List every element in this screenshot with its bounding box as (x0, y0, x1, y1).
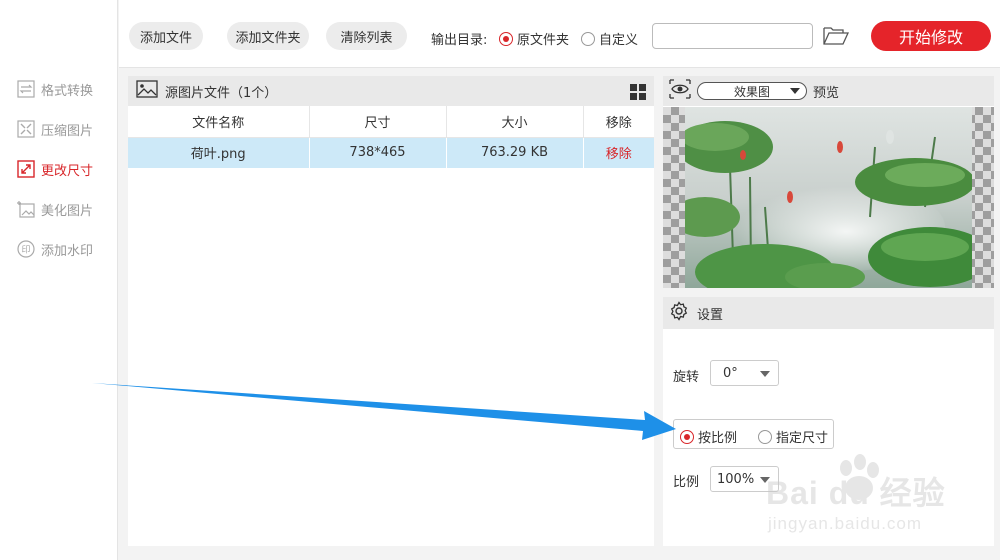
preview-panel: 效果图 预览 (663, 76, 994, 288)
col-header-size: 大小 (446, 106, 584, 138)
folder-open-icon[interactable] (822, 24, 850, 48)
eye-icon[interactable] (669, 79, 691, 103)
add-folder-button[interactable]: 添加文件夹 (227, 22, 309, 50)
beautify-icon (16, 199, 36, 219)
sidebar-item-resize[interactable]: 更改尺寸 (16, 158, 93, 180)
preview-label: 预览 (813, 85, 840, 101)
settings-title: 设置 (697, 307, 724, 323)
preview-mode-select[interactable]: 效果图 (697, 82, 807, 100)
radio-unselected-icon (758, 429, 772, 444)
col-header-name: 文件名称 (128, 106, 310, 138)
output-original-folder-radio[interactable]: 原文件夹 (499, 29, 569, 48)
mode-by-ratio-radio[interactable]: 按比例 (680, 427, 737, 446)
watermark-icon: 印 (16, 239, 36, 259)
output-custom-radio[interactable]: 自定义 (581, 29, 638, 48)
chevron-down-icon (790, 88, 800, 94)
source-files-panel: 源图片文件（1个） 文件名称 尺寸 大小 移除 荷叶.png 738*465 7… (128, 76, 654, 546)
sidebar-item-label: 添加水印 (41, 243, 94, 259)
sidebar-item-label: 压缩图片 (41, 123, 94, 139)
col-header-remove: 移除 (583, 106, 654, 138)
gear-icon (669, 301, 689, 325)
clear-list-button[interactable]: 清除列表 (326, 22, 407, 50)
file-dims-cell: 738*465 (309, 137, 447, 168)
grid-view-icon[interactable] (630, 84, 646, 100)
sidebar-item-label: 更改尺寸 (41, 163, 94, 179)
sidebar-item-label: 格式转换 (41, 83, 94, 99)
watermark-url: jingyan.baidu.com (768, 514, 923, 533)
table-header-row: 文件名称 尺寸 大小 移除 (128, 106, 654, 138)
format-convert-icon (16, 79, 36, 99)
add-file-button[interactable]: 添加文件 (129, 22, 203, 50)
source-files-title: 源图片文件（1个） (165, 85, 278, 101)
rotate-select[interactable]: 0° (710, 360, 779, 386)
svg-text:印: 印 (21, 244, 30, 256)
sidebar-item-watermark[interactable]: 印 添加水印 (16, 238, 93, 260)
preview-header: 效果图 预览 (663, 76, 994, 106)
file-size-cell: 763.29 KB (446, 137, 584, 168)
output-dir-label: 输出目录: (431, 33, 488, 48)
baidu-watermark: Bai du 经验 jingyan.baidu.com (756, 448, 956, 543)
sidebar-item-compress[interactable]: 压缩图片 (16, 118, 93, 140)
radio-unselected-icon (581, 31, 595, 46)
sidebar-item-beautify[interactable]: 美化图片 (16, 198, 93, 220)
file-name-cell: 荷叶.png (128, 137, 310, 168)
toolbar: 添加文件 添加文件夹 清除列表 输出目录: 原文件夹 自定义 开始修改 (119, 0, 1000, 68)
chevron-down-icon (760, 371, 770, 377)
sidebar-item-label: 美化图片 (41, 203, 94, 219)
resize-mode-group: 按比例 指定尺寸 (673, 419, 834, 449)
preview-canvas (663, 107, 994, 288)
watermark-brand: Bai du 经验 (766, 475, 946, 511)
table-row[interactable]: 荷叶.png 738*465 763.29 KB 移除 (128, 137, 654, 168)
remove-file-link[interactable]: 移除 (606, 147, 632, 162)
preview-image (685, 107, 972, 288)
radio-selected-icon (680, 429, 694, 444)
file-table: 文件名称 尺寸 大小 移除 荷叶.png 738*465 763.29 KB 移… (128, 106, 654, 168)
sidebar: 格式转换 压缩图片 更改尺寸 美化图片 印 添加水印 (0, 0, 118, 560)
source-files-header: 源图片文件（1个） (128, 76, 654, 106)
compress-icon (16, 119, 36, 139)
col-header-dims: 尺寸 (309, 106, 447, 138)
ratio-label: 比例 (673, 475, 700, 490)
sidebar-item-format-convert[interactable]: 格式转换 (16, 78, 93, 100)
start-modify-button[interactable]: 开始修改 (871, 21, 991, 51)
settings-header: 设置 (663, 297, 994, 329)
remove-cell: 移除 (583, 137, 654, 168)
resize-icon (16, 159, 36, 179)
mode-fixed-size-radio[interactable]: 指定尺寸 (758, 427, 828, 446)
output-path-input[interactable] (652, 23, 813, 49)
image-icon (136, 80, 158, 102)
rotate-label: 旋转 (673, 370, 700, 385)
radio-selected-icon (499, 31, 513, 46)
